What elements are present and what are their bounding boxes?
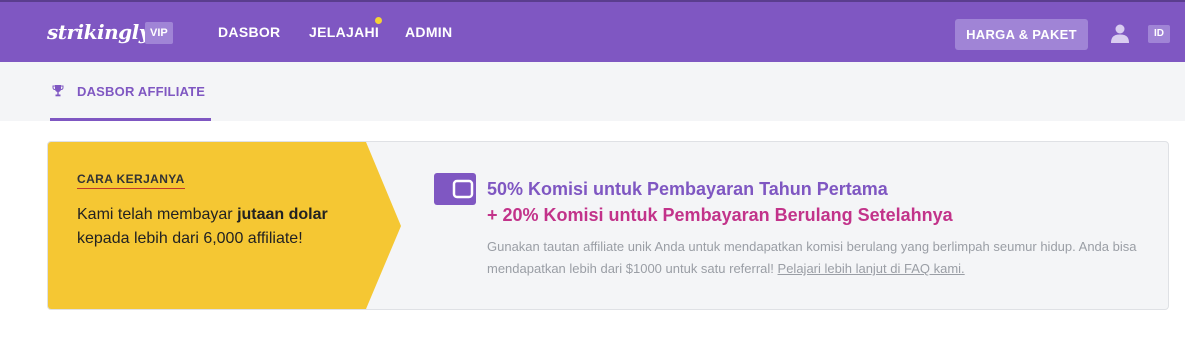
tab-label: DASBOR AFFILIATE xyxy=(77,84,206,99)
language-button[interactable]: ID xyxy=(1148,25,1170,43)
commission-headline-primary: 50% Komisi untuk Pembayaran Tahun Pertam… xyxy=(487,179,888,199)
strikingly-logo[interactable]: strikingly xyxy=(47,20,150,44)
nav-jelajahi[interactable]: JELAJAHI xyxy=(309,24,379,40)
nav-dasbor[interactable]: DASBOR xyxy=(218,24,280,40)
tab-bar: DASBOR AFFILIATE xyxy=(0,62,1185,121)
top-navigation-bar: strikingly VIP DASBOR JELAJAHI ADMIN HAR… xyxy=(0,0,1185,62)
nav-admin[interactable]: ADMIN xyxy=(405,24,452,40)
notification-dot xyxy=(375,17,382,24)
how-it-works-text: Kami telah membayar jutaan dolar kepada … xyxy=(77,206,328,247)
tab-affiliate-dashboard[interactable]: DASBOR AFFILIATE xyxy=(50,62,211,121)
vip-badge: VIP xyxy=(145,22,173,44)
faq-link[interactable]: Pelajari lebih lanjut di FAQ kami. xyxy=(778,261,965,276)
pricing-button[interactable]: HARGA & PAKET xyxy=(955,19,1088,50)
how-it-works-title: CARA KERJANYA xyxy=(77,172,185,189)
commission-headline-secondary: + 20% Komisi untuk Pembayaran Berulang S… xyxy=(487,205,953,225)
affiliate-info-card: CARA KERJANYA Kami telah membayar jutaan… xyxy=(47,141,1169,310)
commission-description: Gunakan tautan affiliate unik Anda untuk… xyxy=(487,239,1137,276)
user-icon[interactable] xyxy=(1110,23,1130,43)
trophy-icon xyxy=(52,85,64,97)
wallet-icon xyxy=(434,173,476,205)
